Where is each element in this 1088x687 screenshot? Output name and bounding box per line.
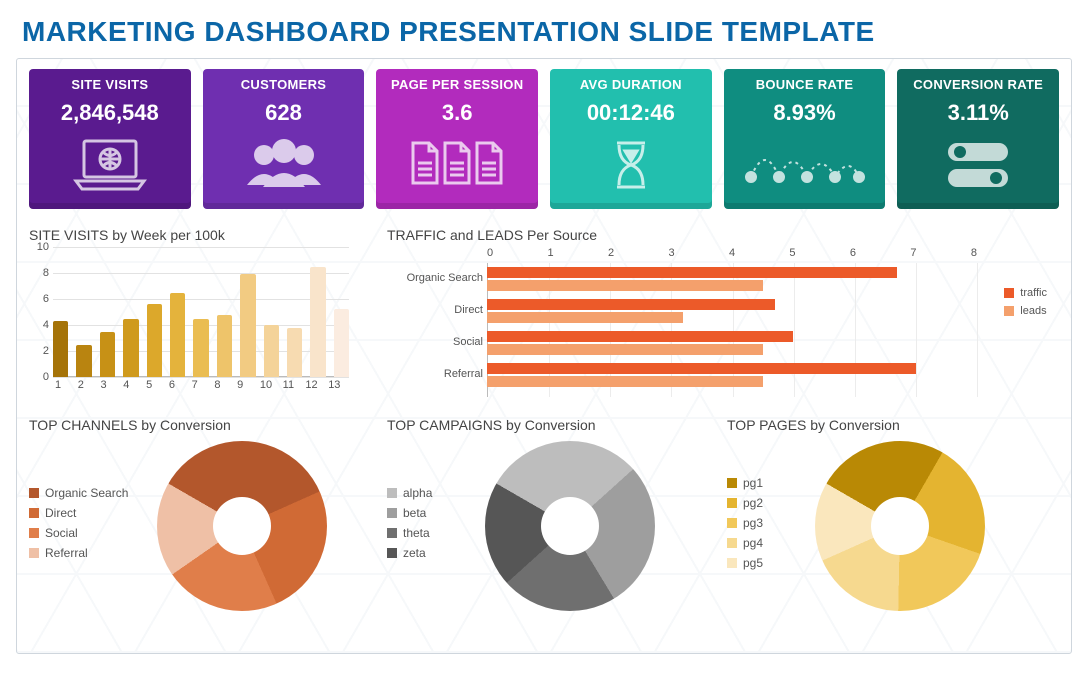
tile-label: BOUNCE RATE [730,77,880,92]
tile-value: 3.6 [382,100,532,126]
legend-campaigns: alphabetathetazeta [387,486,467,566]
tile-label: SITE VISITS [35,77,185,92]
tile-value: 2,846,548 [35,100,185,126]
hourglass-icon [556,134,706,196]
section-title: TOP CAMPAIGNS by Conversion [387,417,717,433]
dashboard-board: SITE VISITS 2,846,548 CUSTOMERS 628 [16,58,1072,654]
tile-bounce-rate: BOUNCE RATE 8.93% [724,69,886,209]
tile-label: AVG DURATION [556,77,706,92]
tile-conversion-rate: CONVERSION RATE 3.11% [897,69,1059,209]
tile-label: PAGE PER SESSION [382,77,532,92]
legend-pages: pg1pg2pg3pg4pg5 [727,476,797,576]
tile-label: CONVERSION RATE [903,77,1053,92]
bounce-dots-icon [730,134,880,196]
section-site-visits: SITE VISITS by Week per 100k 0246810 123… [29,227,369,397]
donut-campaigns [485,441,655,611]
tile-avg-duration: AVG DURATION 00:12:46 [550,69,712,209]
section-title: TOP CHANNELS by Conversion [29,417,369,433]
section-top-pages: TOP PAGES by Conversion pg1pg2pg3pg4pg5 [727,417,1047,611]
bar-chart-site-visits: 0246810 12345678910111213 [29,247,349,397]
tile-value: 3.11% [903,100,1053,126]
donut-channels [157,441,327,611]
laptop-globe-icon [35,134,185,196]
section-traffic-leads: TRAFFIC and LEADS Per Source 012345678 O… [387,227,1059,397]
tile-value: 00:12:46 [556,100,706,126]
users-icon [209,134,359,196]
tile-page-per-session: PAGE PER SESSION 3.6 [376,69,538,209]
legend-traffic: trafficleads [1004,287,1047,323]
documents-icon [382,134,532,196]
section-title: TRAFFIC and LEADS Per Source [387,227,1059,243]
tile-value: 8.93% [730,100,880,126]
legend-channels: Organic SearchDirectSocialReferral [29,486,149,566]
tile-site-visits: SITE VISITS 2,846,548 [29,69,191,209]
tile-value: 628 [209,100,359,126]
section-title: SITE VISITS by Week per 100k [29,227,369,243]
tile-label: CUSTOMERS [209,77,359,92]
hbar-chart-traffic: 012345678 Organic SearchDirectSocialRefe… [387,247,1047,397]
tile-customers: CUSTOMERS 628 [203,69,365,209]
section-title: TOP PAGES by Conversion [727,417,1047,433]
donut-pages [815,441,985,611]
section-top-channels: TOP CHANNELS by Conversion Organic Searc… [29,417,369,611]
metric-tiles-row: SITE VISITS 2,846,548 CUSTOMERS 628 [29,69,1059,209]
section-top-campaigns: TOP CAMPAIGNS by Conversion alphabetathe… [387,417,717,611]
page-title: MARKETING DASHBOARD PRESENTATION SLIDE T… [22,16,1088,48]
toggles-icon [903,134,1053,196]
